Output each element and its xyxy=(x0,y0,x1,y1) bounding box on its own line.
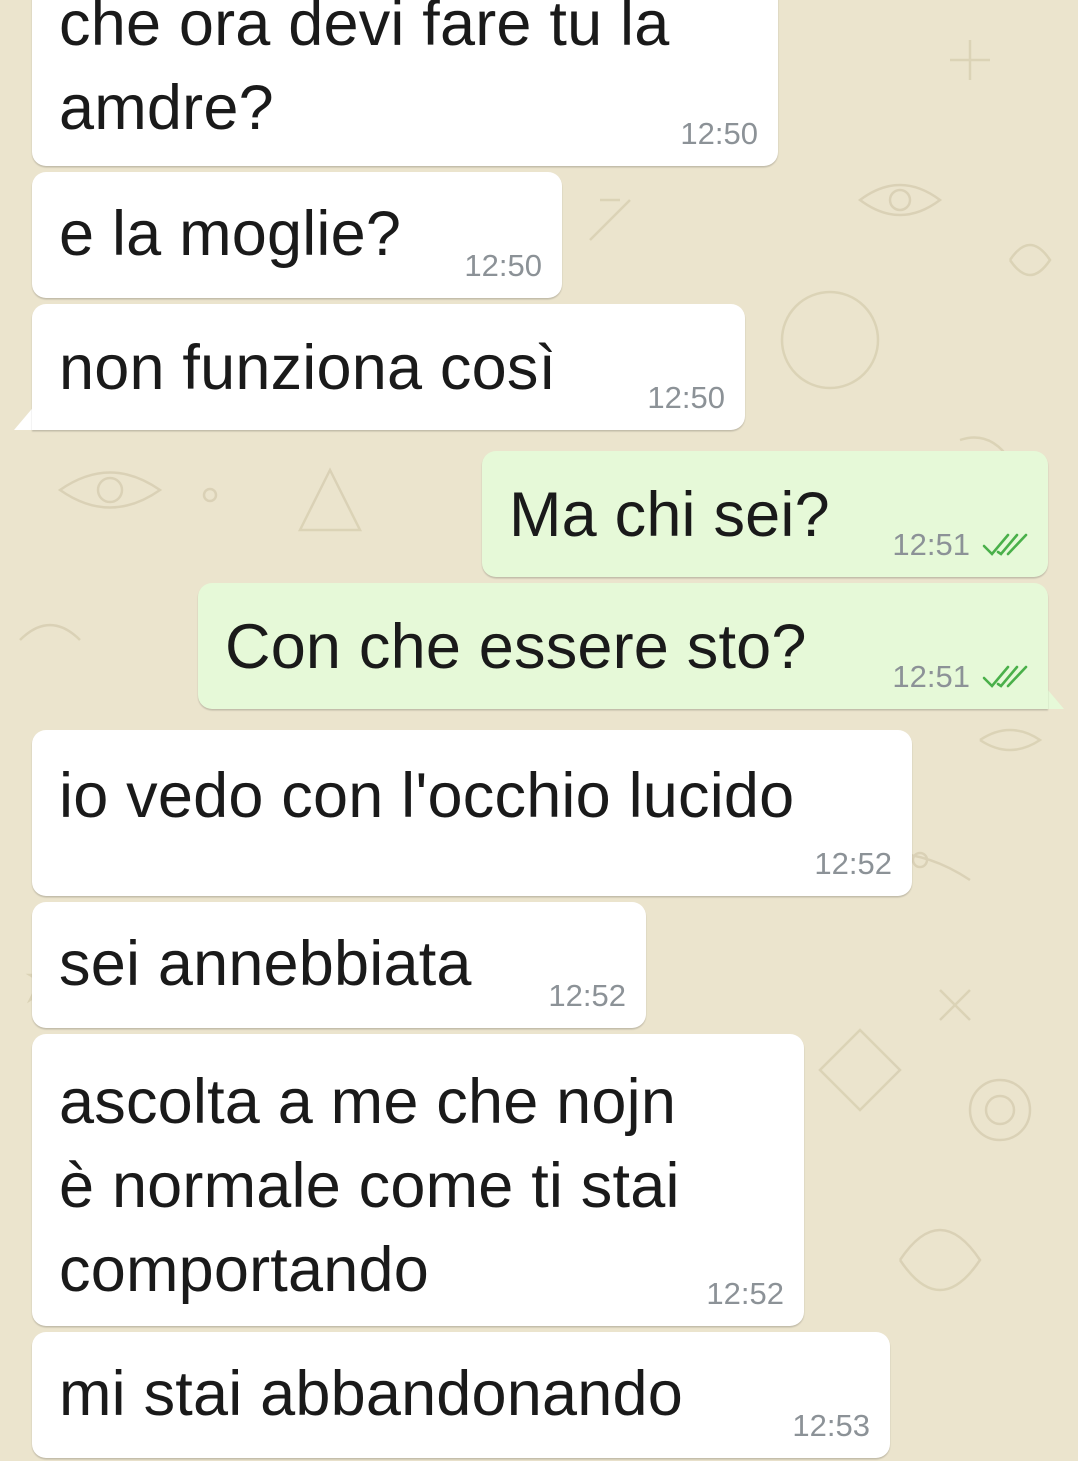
message-timestamp: 12:53 xyxy=(792,1408,870,1443)
message-timestamp: 12:52 xyxy=(706,1276,784,1311)
message-text: Ma chi sei? xyxy=(509,480,830,550)
message-text: Con che essere sto? xyxy=(225,612,807,682)
message-timestamp: 12:50 xyxy=(464,248,542,283)
message-bubble-incoming[interactable]: che ora devi fare tu la amdre? 12:50 xyxy=(32,0,778,166)
message-bubble-outgoing[interactable]: Con che essere sto? 12:51 xyxy=(198,583,1048,709)
message-bubble-incoming[interactable]: sei annebbiata 12:52 xyxy=(32,902,646,1028)
message-text: io vedo con l'occhio lucido xyxy=(59,761,795,831)
message-text: ascolta a me che nojn è normale come ti … xyxy=(59,1067,680,1305)
message-text: mi stai abbandonando xyxy=(59,1359,683,1429)
message-timestamp: 12:50 xyxy=(647,380,725,415)
message-bubble-incoming[interactable]: mi stai abbandonando 12:53 xyxy=(32,1332,890,1458)
message-timestamp: 12:52 xyxy=(814,846,892,881)
double-check-icon xyxy=(982,533,1028,556)
message-text: sei annebbiata xyxy=(59,929,472,999)
message-text: che ora devi fare tu la amdre? xyxy=(59,0,670,143)
message-timestamp: 12:50 xyxy=(680,116,758,151)
message-text: non funziona così xyxy=(59,333,557,403)
message-bubble-incoming[interactable]: io vedo con l'occhio lucido 12:52 xyxy=(32,730,912,896)
message-timestamp: 12:51 xyxy=(892,527,1028,563)
message-text: e la moglie? xyxy=(59,199,402,269)
message-bubble-outgoing[interactable]: Ma chi sei? 12:51 xyxy=(482,451,1048,577)
message-timestamp: 12:52 xyxy=(548,978,626,1013)
message-bubble-incoming[interactable]: ascolta a me che nojn è normale come ti … xyxy=(32,1034,804,1326)
message-bubble-incoming[interactable]: non funziona così 12:50 xyxy=(32,304,745,430)
double-check-icon xyxy=(982,665,1028,688)
message-bubble-incoming[interactable]: e la moglie? 12:50 xyxy=(32,172,562,298)
message-timestamp: 12:51 xyxy=(892,659,1028,695)
